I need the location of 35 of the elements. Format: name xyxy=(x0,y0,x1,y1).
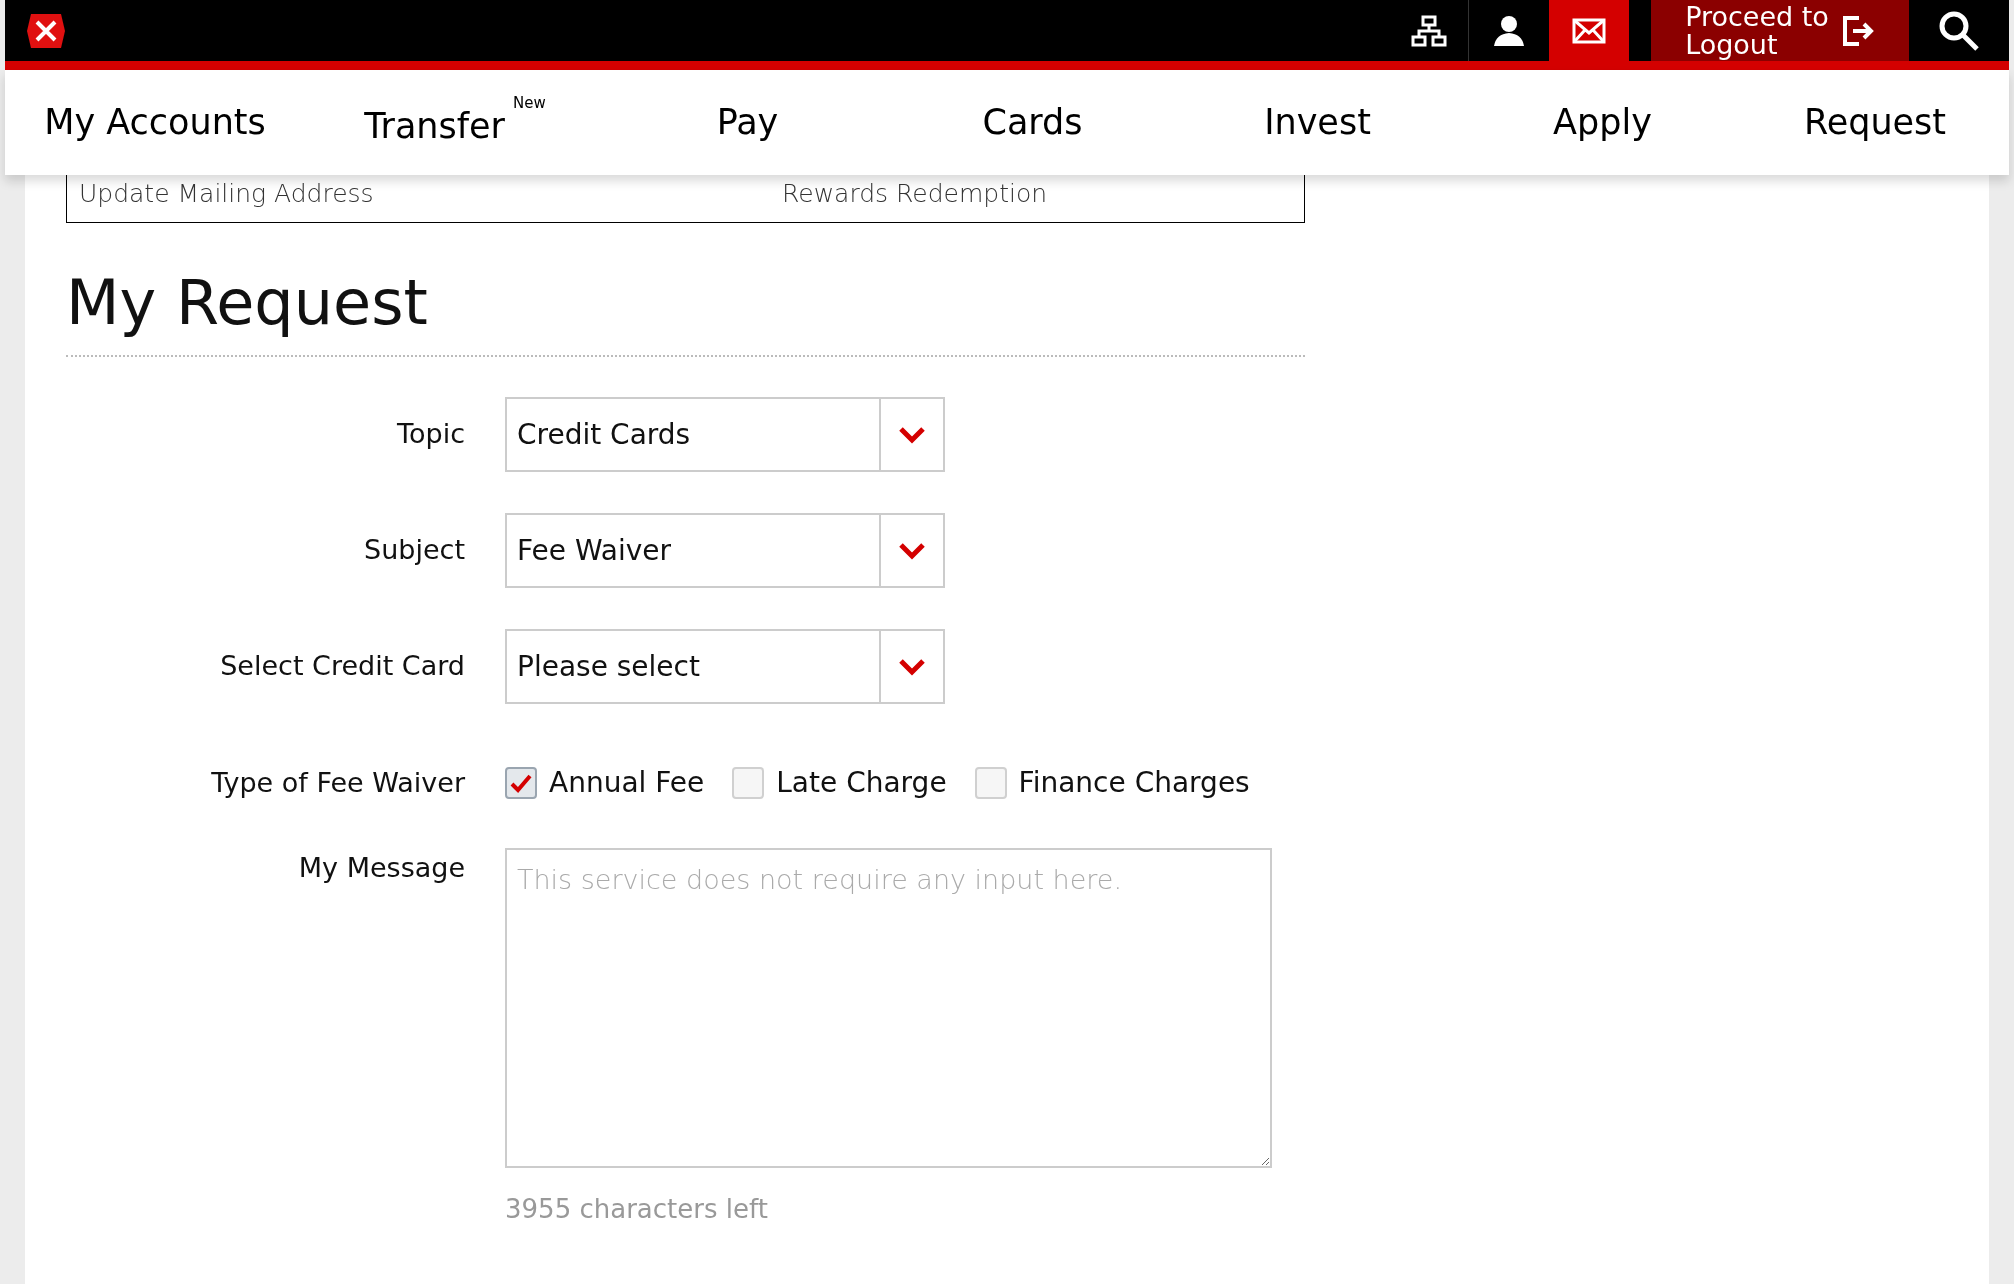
logout-icon xyxy=(1840,13,1875,48)
logo-icon[interactable] xyxy=(25,11,67,50)
nav-tab[interactable]: Invest xyxy=(1175,96,1460,149)
mail-button[interactable] xyxy=(1549,0,1629,61)
field-label: Subject xyxy=(363,533,466,568)
request-link[interactable]: Rewards Redemption xyxy=(782,174,1048,212)
checkbox[interactable] xyxy=(732,767,765,799)
nav-tab[interactable]: Request xyxy=(1745,96,2005,149)
dropdown-field[interactable]: Fee Waiver xyxy=(505,513,945,588)
checkmark-icon xyxy=(510,773,532,793)
checkbox[interactable] xyxy=(505,767,537,799)
dropdown-field[interactable]: Credit Cards xyxy=(505,397,945,472)
character-counter: 3955 characters left xyxy=(505,1193,769,1226)
page-title: My Request xyxy=(66,265,429,341)
field-label: Type of Fee Waiver xyxy=(210,765,466,800)
checkbox-label: Finance Charges xyxy=(1018,765,1250,801)
checkbox[interactable] xyxy=(974,767,1007,799)
chevron-down-icon xyxy=(898,541,926,560)
field-label: Select Credit Card xyxy=(219,649,466,684)
nav-tab[interactable]: Apply xyxy=(1460,96,1745,149)
nav-tab[interactable]: Pay xyxy=(605,96,890,149)
checkbox-label: Late Charge xyxy=(776,765,947,801)
chevron-down-icon xyxy=(898,657,926,676)
field-label: Topic xyxy=(396,417,466,452)
nav-tab[interactable]: My Accounts xyxy=(5,96,305,149)
request-link[interactable]: Update Mailing Address xyxy=(79,174,782,212)
dropdown-field[interactable]: Please select xyxy=(505,629,945,704)
chevron-down-icon xyxy=(898,425,926,444)
message-field[interactable]: This service does not require any input here. xyxy=(505,848,1272,1168)
field-label: My Message xyxy=(297,851,466,885)
mail-icon xyxy=(1572,17,1606,44)
logout-button[interactable]: Proceed to Logout xyxy=(1651,0,1909,61)
nav-tab[interactable]: Cards xyxy=(890,96,1175,149)
checkbox-label: Annual Fee xyxy=(549,765,705,801)
nav-tab[interactable]: Transfer New xyxy=(305,92,605,153)
